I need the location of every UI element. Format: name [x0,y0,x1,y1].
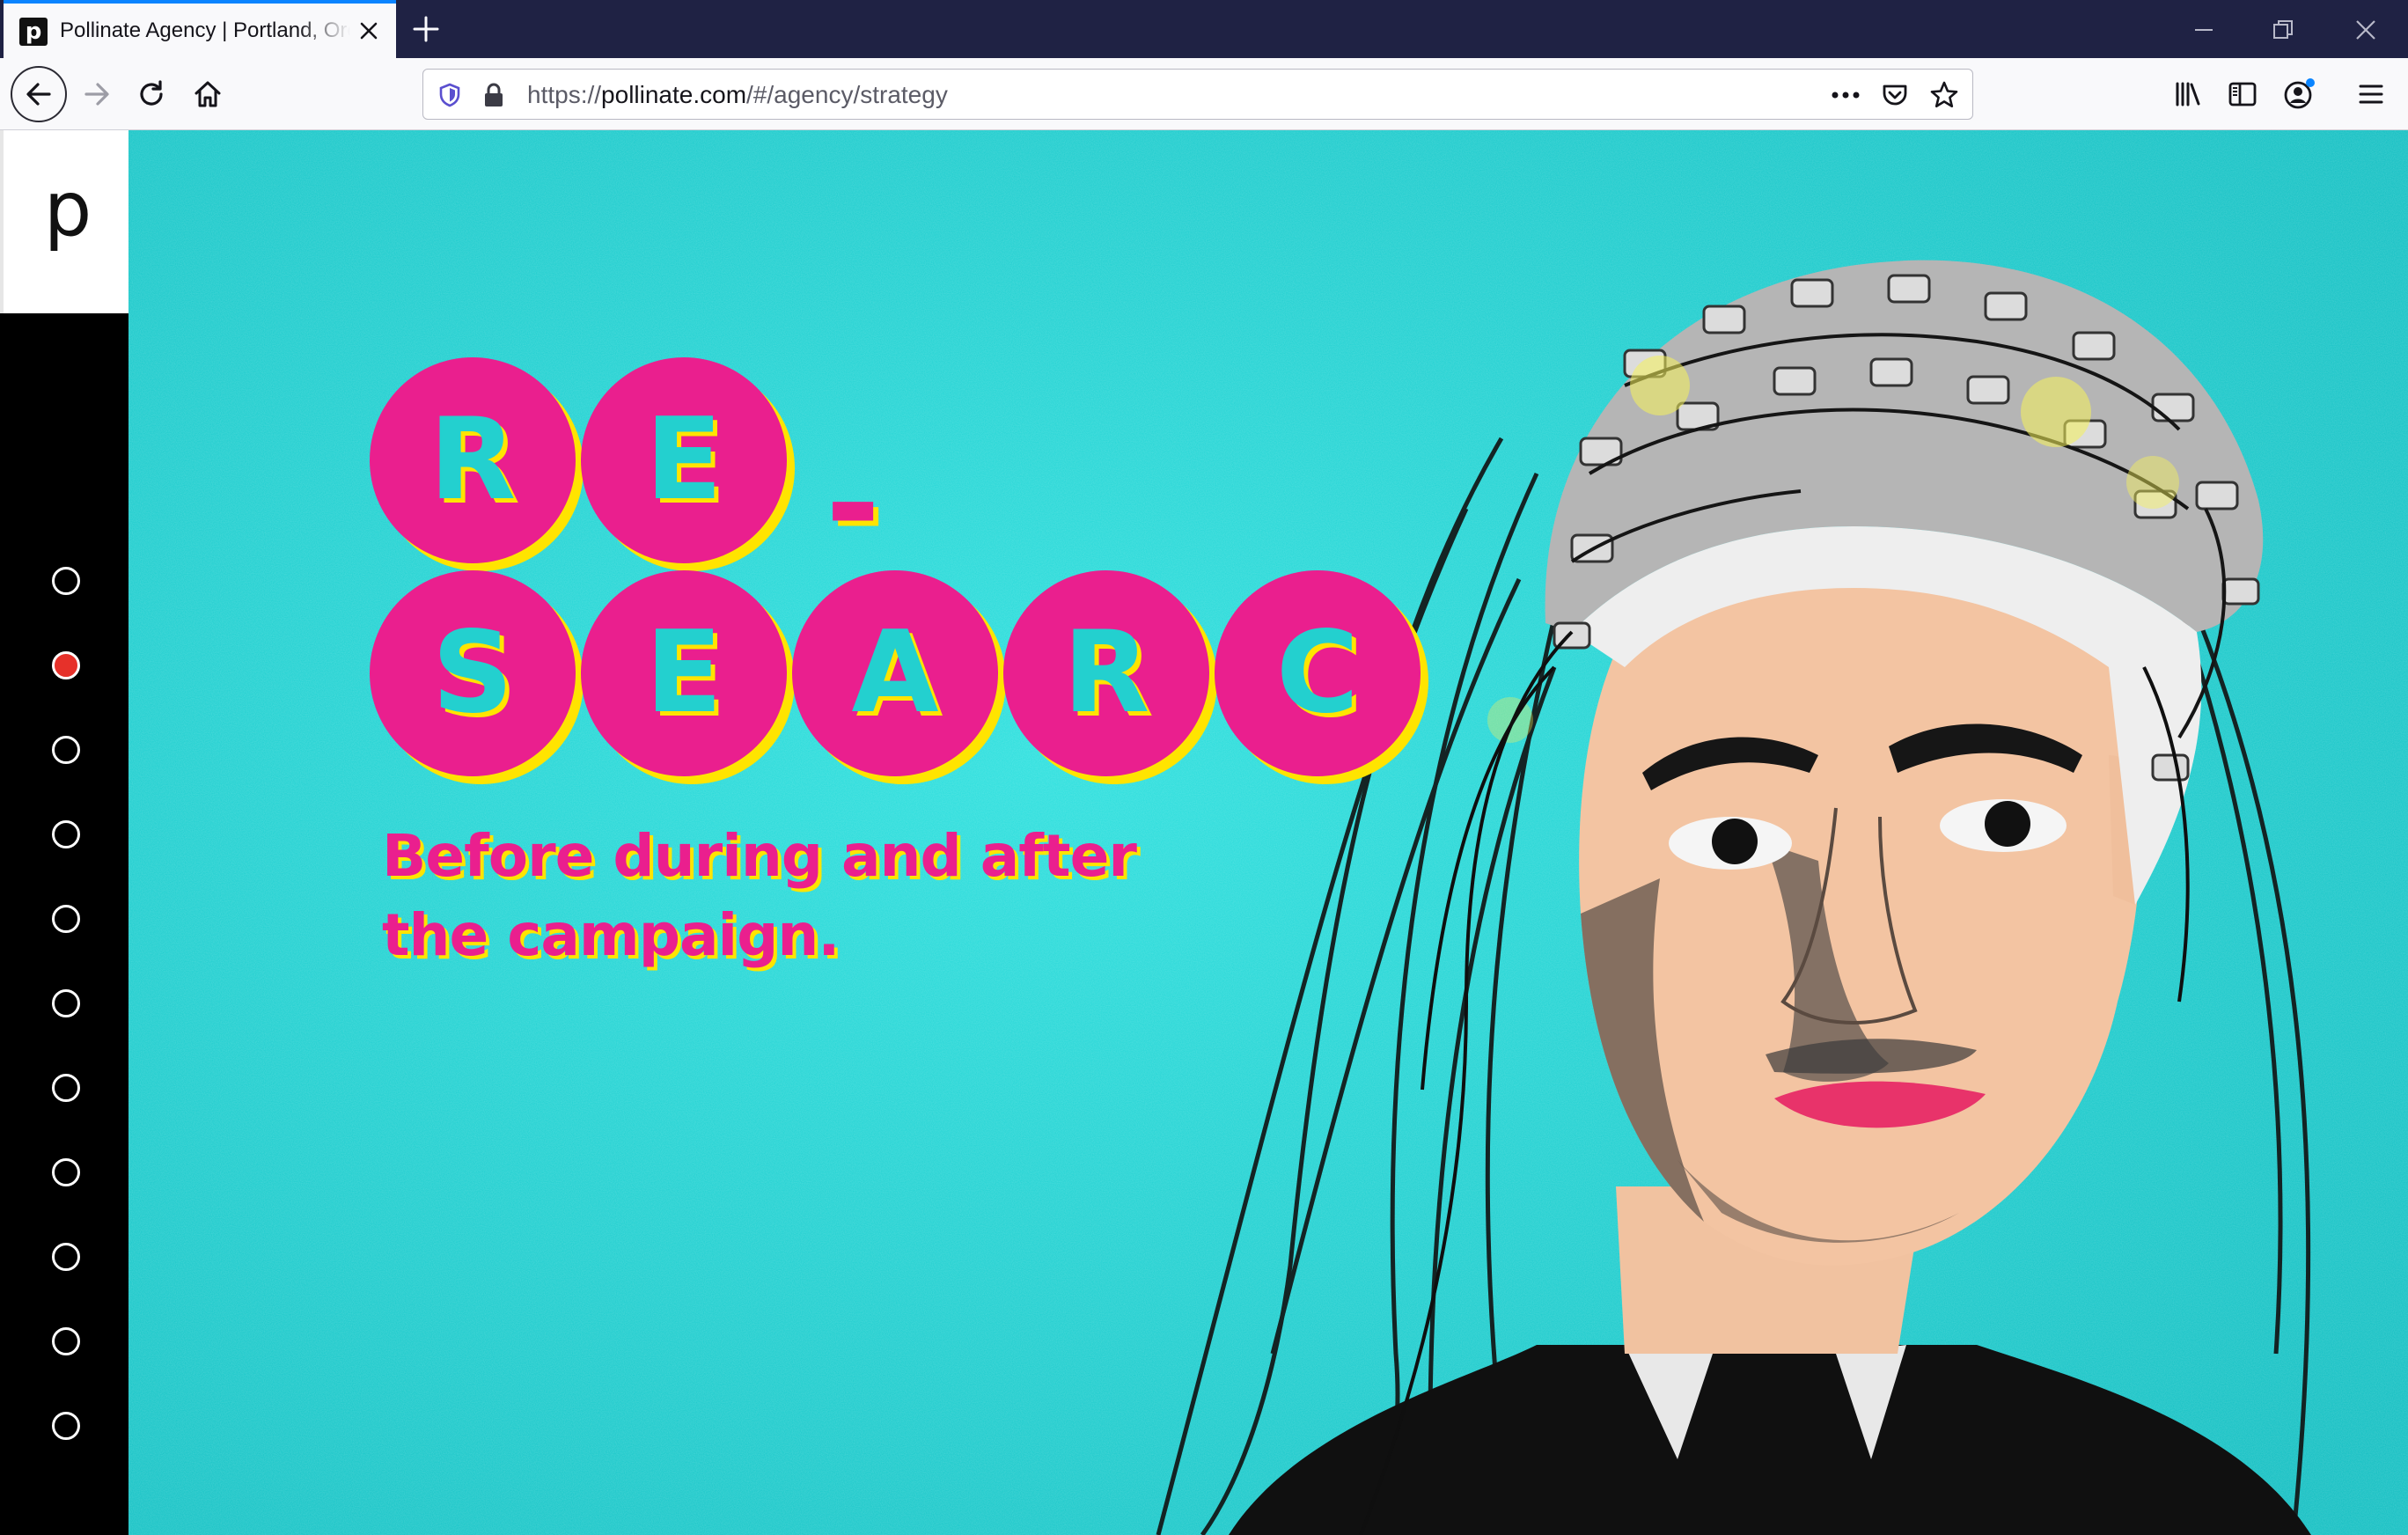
section-nav-dot[interactable] [52,736,80,764]
arrow-left-icon [26,83,51,106]
reload-button[interactable] [125,68,178,121]
headline-dash: - [826,428,881,581]
headline-letter: R [370,357,576,563]
section-nav-dot[interactable] [52,1327,80,1355]
lock-icon[interactable] [478,79,510,111]
tagline-line-1: Before during and after [382,822,1137,890]
section-nav-dot[interactable] [52,1158,80,1186]
page-viewport: p R E - S E A R C Before during and afte… [0,130,2408,1535]
home-button[interactable] [181,68,234,121]
section-nav-dot[interactable] [52,905,80,933]
arrow-right-icon [84,83,109,106]
section-nav-dot[interactable] [52,567,80,595]
account-icon [2284,78,2315,109]
library-icon [2176,82,2200,106]
site-logo[interactable]: p [0,130,128,313]
tracking-shield-icon[interactable] [434,79,466,111]
hero-tagline: Before during and after the campaign. [382,817,1350,975]
bookmark-star-icon[interactable] [1928,79,1960,111]
back-button[interactable] [11,66,67,122]
forward-button[interactable] [70,68,123,121]
sidebar-toggle-button[interactable] [2216,68,2269,121]
new-tab-icon[interactable] [410,13,442,45]
menu-button[interactable] [2345,68,2397,121]
logo-letter: p [43,165,92,253]
headline-letter: A [792,570,998,776]
restore-icon[interactable] [2265,12,2301,48]
sidebars-icon [2228,82,2257,106]
headline-letter: C [1215,570,1421,776]
headline-letter: R [1003,570,1209,776]
favicon: p [19,18,48,46]
hero-section: R E - S E A R C Before during and after … [128,130,2408,1535]
url-bar[interactable]: https://pollinate.com/#/agency/strategy [422,69,1973,120]
headline-letter: S [370,570,576,776]
site-sidebar: p [0,130,128,1535]
page-actions-icon[interactable] [1830,79,1861,111]
headline-letter: E [581,570,787,776]
library-button[interactable] [2162,68,2214,121]
url-text[interactable]: https://pollinate.com/#/agency/strategy [527,81,948,109]
tab-strip: p Pollinate Agency | Portland, Oregon [0,0,2408,58]
section-nav-dot[interactable] [52,1412,80,1440]
section-nav-dot[interactable] [52,820,80,848]
home-icon [195,81,221,107]
section-nav-dot[interactable] [52,989,80,1017]
pocket-icon[interactable] [1879,79,1911,111]
tagline-line-2: the campaign. [382,901,840,969]
section-nav-dot[interactable] [52,1074,80,1102]
minimize-icon[interactable] [2186,12,2221,48]
section-nav-dot[interactable] [52,651,80,679]
navigation-toolbar: https://pollinate.com/#/agency/strategy [0,58,2408,130]
close-window-icon[interactable] [2348,12,2383,48]
browser-tab[interactable]: p Pollinate Agency | Portland, Oregon [4,0,396,58]
close-tab-icon[interactable] [356,18,382,44]
account-button[interactable] [2272,68,2325,121]
hamburger-menu-icon [2359,84,2383,104]
headline-letter: E [581,357,787,563]
reload-icon [140,80,163,106]
tab-title: Pollinate Agency | Portland, Oregon [60,18,350,42]
section-nav-dot[interactable] [52,1243,80,1271]
